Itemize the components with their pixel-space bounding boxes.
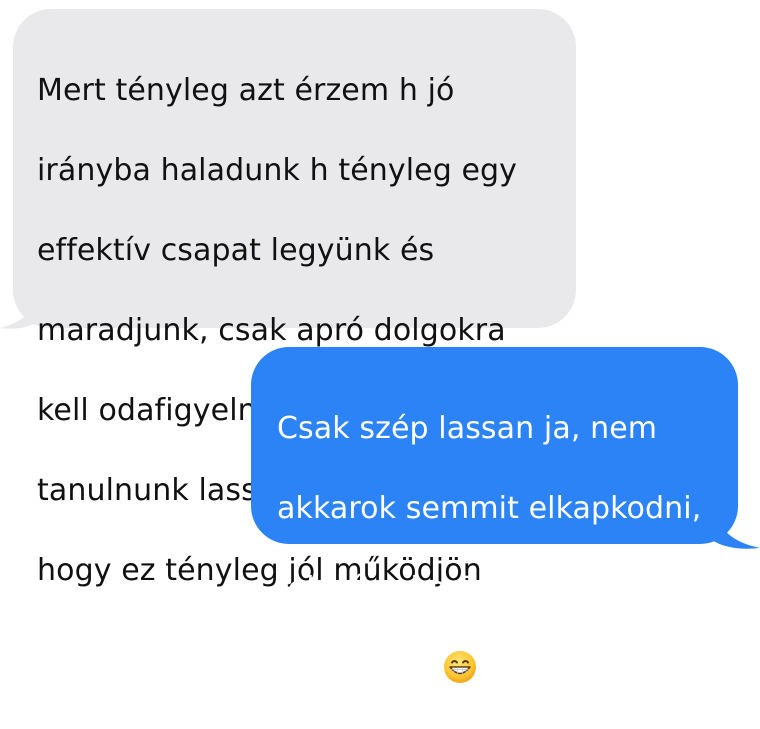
outgoing-message-line: felépíteni a Sziszi Kevin: [277, 571, 632, 606]
incoming-message-bubble[interactable]: Mert tényleg azt érzem h jó irányba hala…: [13, 9, 576, 588]
incoming-message-line: Mert tényleg azt érzem h jó: [37, 73, 455, 108]
incoming-message-line: effektív csapat legyünk és: [37, 233, 435, 268]
outgoing-message-last-line: birodalmat: [277, 649, 722, 689]
outgoing-message-line: Csak szép lassan ja, nem: [277, 411, 658, 446]
incoming-message-line: irányba haladunk h tényleg egy: [37, 153, 518, 188]
outgoing-message-line: akkarok semmit elkapkodni,: [277, 491, 702, 526]
incoming-message-line: maradjunk, csak apró dolgokra: [37, 313, 506, 348]
outgoing-message-line: birodalmat: [277, 651, 441, 686]
outgoing-message-bubble[interactable]: Csak szép lassan ja, nem akkarok semmit …: [251, 347, 738, 686]
grinning-face-emoji-icon: [443, 651, 476, 683]
